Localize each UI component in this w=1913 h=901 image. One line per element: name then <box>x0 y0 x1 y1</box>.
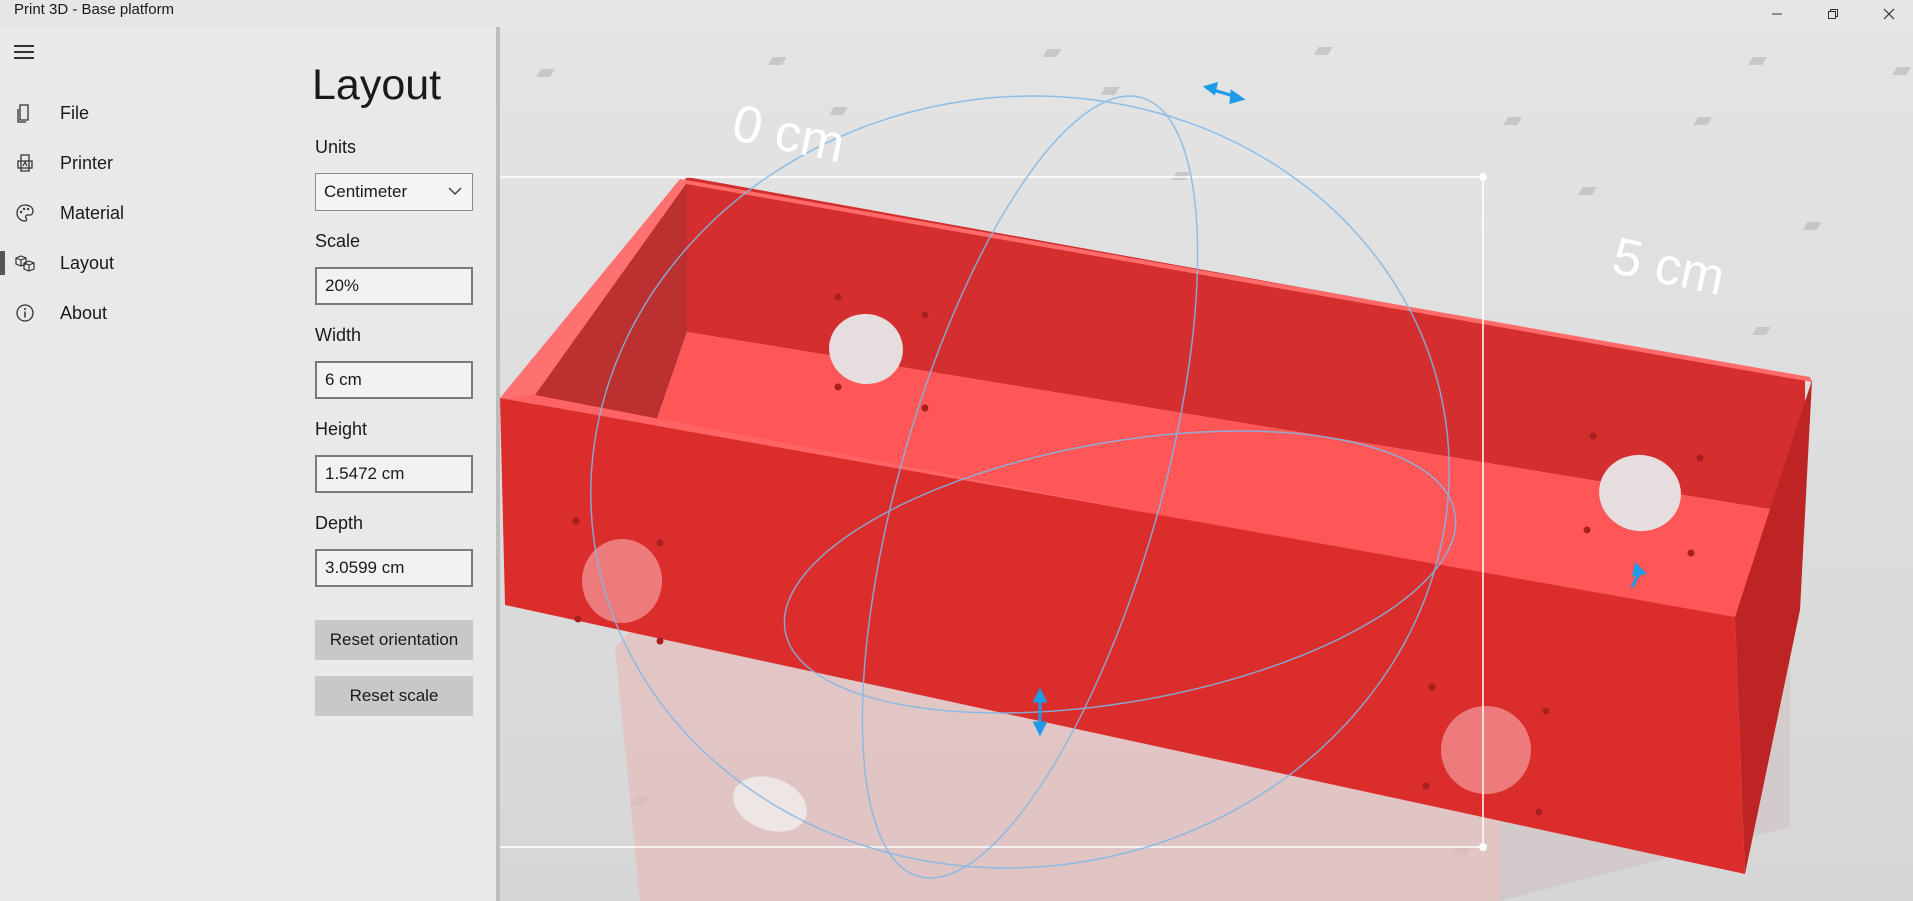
width-label: Width <box>315 325 362 345</box>
navigation-pane: File Printer Material Layout About <box>0 27 300 901</box>
cubes-icon <box>14 252 36 274</box>
nav-item-layout[interactable]: Layout <box>0 240 300 286</box>
3d-viewport[interactable]: 0 cm 5 cm <box>500 27 1913 901</box>
scale-value: 20% <box>325 276 360 295</box>
nav-item-file[interactable]: File <box>0 90 300 136</box>
units-dropdown[interactable]: Centimeter <box>315 173 473 211</box>
nav-item-label: File <box>60 102 90 123</box>
printer-icon <box>14 152 36 174</box>
height-label: Height <box>315 419 368 439</box>
active-indicator <box>0 251 5 275</box>
maximize-icon[interactable] <box>1810 0 1856 27</box>
nav-item-material[interactable]: Material <box>0 190 300 236</box>
height-value: 1.5472 cm <box>325 464 405 483</box>
file-icon <box>14 102 36 124</box>
units-value: Centimeter <box>324 182 408 201</box>
nav-item-label: Layout <box>60 252 115 273</box>
close-icon[interactable] <box>1866 0 1912 27</box>
nav-item-label: Material <box>60 202 125 223</box>
width-input[interactable]: 6 cm <box>315 361 473 399</box>
height-input[interactable]: 1.5472 cm <box>315 455 473 493</box>
hamburger-icon[interactable] <box>14 45 36 61</box>
window-title: Print 3D - Base platform <box>14 1 175 18</box>
nav-item-about[interactable]: About <box>0 290 300 336</box>
nav-item-printer[interactable]: Printer <box>0 140 300 186</box>
reset-scale-button[interactable]: Reset scale <box>315 676 473 716</box>
title-bar: Print 3D - Base platform <box>0 0 1913 27</box>
units-label: Units <box>315 137 357 157</box>
scale-input[interactable]: 20% <box>315 267 473 305</box>
info-icon <box>14 302 36 324</box>
minimize-icon[interactable] <box>1754 0 1800 27</box>
depth-value: 3.0599 cm <box>325 558 405 577</box>
nav-item-label: About <box>60 302 108 323</box>
scale-label: Scale <box>315 231 361 251</box>
nav-item-label: Printer <box>60 152 114 173</box>
depth-label: Depth <box>315 513 364 533</box>
page-title: Layout <box>312 61 442 109</box>
chevron-down-icon <box>448 187 462 195</box>
reset-orientation-button[interactable]: Reset orientation <box>315 620 473 660</box>
width-value: 6 cm <box>325 370 362 389</box>
layout-panel: Layout Units Centimeter Scale 20% Width … <box>300 27 496 901</box>
depth-input[interactable]: 3.0599 cm <box>315 549 473 587</box>
palette-icon <box>14 202 36 224</box>
